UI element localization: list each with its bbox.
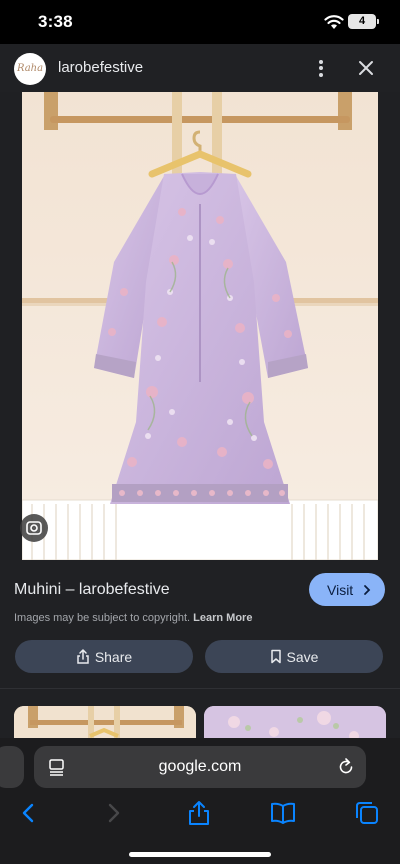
share-label: Share — [94, 649, 133, 665]
bookmarks-icon[interactable] — [270, 800, 296, 826]
result-panel: Muhini – larobefestive Visit Images may … — [0, 560, 400, 690]
chevron-right-icon — [364, 585, 371, 595]
related-image — [204, 706, 386, 740]
previous-tab-preview[interactable] — [0, 746, 24, 788]
visit-button[interactable]: Visit — [309, 573, 385, 606]
address-text: google.com — [158, 758, 242, 775]
close-icon[interactable] — [354, 56, 378, 80]
related-thumbnail[interactable] — [204, 706, 386, 740]
lens-search-icon[interactable] — [20, 514, 48, 542]
browser-toolbar: google.com — [0, 738, 400, 864]
save-button[interactable]: Save — [205, 640, 383, 673]
save-label: Save — [286, 649, 319, 665]
copyright-text: Images may be subject to copyright. — [14, 612, 191, 624]
related-results — [0, 688, 400, 740]
wifi-icon — [324, 15, 344, 29]
learn-more-link[interactable]: Learn More — [193, 612, 252, 624]
battery-icon: 4 — [348, 14, 376, 29]
more-options-icon[interactable] — [312, 58, 330, 78]
site-name[interactable]: larobefestive — [58, 59, 143, 76]
product-image[interactable] — [22, 92, 378, 560]
related-image — [14, 706, 196, 740]
tabs-icon[interactable] — [354, 800, 380, 826]
address-bar[interactable]: google.com — [34, 746, 366, 788]
forward-icon[interactable] — [100, 800, 126, 826]
visit-label: Visit — [327, 582, 354, 598]
home-indicator — [129, 852, 271, 857]
share-button[interactable]: Share — [15, 640, 193, 673]
dress-photo — [22, 92, 378, 560]
back-icon[interactable] — [16, 800, 42, 826]
bookmark-icon — [270, 649, 281, 664]
share-icon — [77, 648, 89, 664]
status-time: 3:38 — [38, 12, 73, 31]
reload-icon[interactable] — [336, 757, 356, 777]
share-sheet-icon[interactable] — [186, 800, 212, 826]
related-thumbnail[interactable] — [14, 706, 196, 740]
result-title[interactable]: Muhini – larobefestive — [14, 581, 170, 599]
copyright-note: Images may be subject to copyright. Lear… — [14, 612, 252, 624]
site-avatar[interactable]: Raha — [14, 53, 46, 85]
lens-header: Raha larobefestive — [0, 44, 400, 92]
battery-nub — [377, 19, 379, 24]
status-bar: 3:38 4 — [0, 0, 400, 44]
